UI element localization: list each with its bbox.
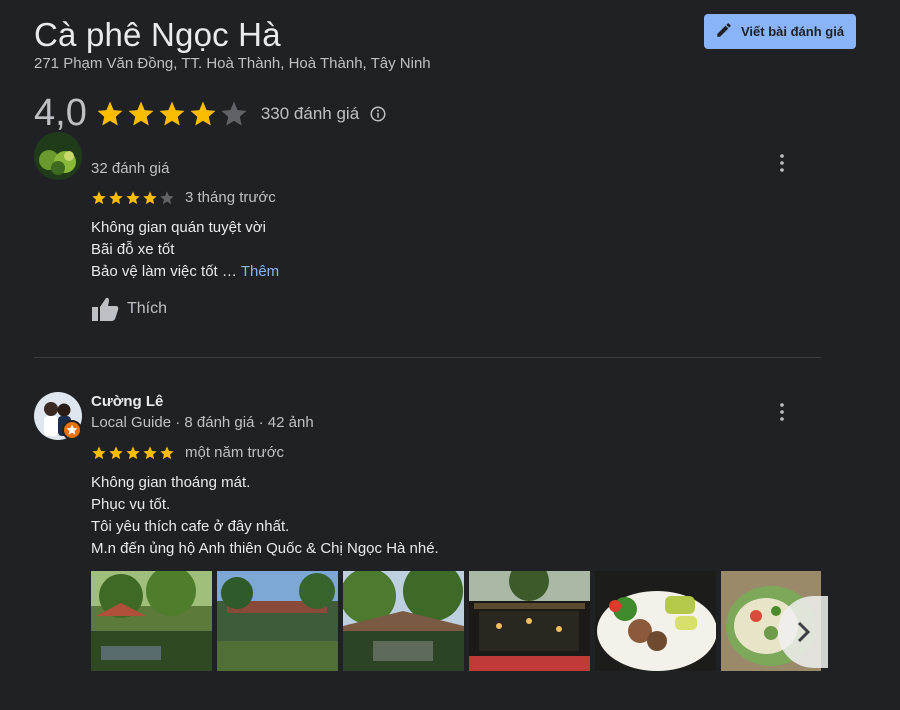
info-icon[interactable] <box>369 105 387 123</box>
review-photo[interactable] <box>91 571 212 671</box>
review-line: Không gian thoáng mát. <box>91 474 251 491</box>
like-button[interactable]: Thích <box>91 296 167 322</box>
star-icon <box>97 101 123 125</box>
review-stars <box>91 190 175 206</box>
star-icon <box>126 190 140 204</box>
review-line: M.n đến ủng hộ Anh thiên Quốc & Chị Ngọc… <box>91 540 439 557</box>
write-review-label: Viết bài đánh giá <box>741 24 845 39</box>
star-icon <box>109 445 123 459</box>
star-icon <box>92 190 106 204</box>
review-photo[interactable] <box>595 571 716 671</box>
review-line-text: Bảo vệ làm việc tốt … <box>91 263 237 280</box>
star-icon <box>190 101 216 125</box>
star-icon <box>128 101 154 125</box>
chevron-right-icon <box>797 621 811 643</box>
review-text: Không gian quán tuyệt vời Bãi đỗ xe tốt … <box>91 217 279 283</box>
review-line: Tôi yêu thích cafe ở đây nhất. <box>91 518 290 535</box>
star-icon <box>160 445 174 459</box>
reviewer-meta[interactable]: 32 đánh giá <box>91 160 169 177</box>
review-divider <box>34 357 821 358</box>
review-line: Bảo vệ làm việc tốt … Thêm <box>91 261 279 283</box>
star-icon <box>159 101 185 125</box>
rating-value: 4,0 <box>34 92 87 134</box>
review-line: Phục vụ tốt. <box>91 496 171 513</box>
review-time: một năm trước <box>185 444 285 461</box>
review-photo[interactable] <box>469 571 590 671</box>
place-address: 271 Phạm Văn Đồng, TT. Hoà Thành, Hoà Th… <box>34 55 431 72</box>
star-icon <box>143 190 157 204</box>
review-card: 32 đánh giá 3 tháng trước Không gian quá… <box>34 132 834 340</box>
review-time: 3 tháng trước <box>185 189 276 206</box>
rating-summary: 4,0 330 đánh giá <box>34 92 387 135</box>
thumb-up-icon <box>92 297 119 321</box>
like-label: Thích <box>127 300 168 317</box>
reviewer-name[interactable]: Cường Lê <box>91 393 163 410</box>
local-guide-badge-icon <box>62 420 82 440</box>
review-text: Không gian thoáng mát. Phục vụ tốt. Tôi … <box>91 472 439 560</box>
review-count[interactable]: 330 đánh giá <box>261 104 359 124</box>
more-vert-icon[interactable] <box>774 402 790 422</box>
reviewer-meta[interactable]: Local Guide · 8 đánh giá · 42 ảnh <box>91 414 314 431</box>
write-review-button[interactable]: Viết bài đánh giá <box>704 14 856 49</box>
review-photos <box>91 571 821 671</box>
page-title: Cà phê Ngọc Hà <box>34 16 281 53</box>
review-rating: một năm trước <box>91 444 284 461</box>
more-link[interactable]: Thêm <box>241 263 279 280</box>
review-card: Cường Lê Local Guide · 8 đánh giá · 42 ả… <box>34 392 834 572</box>
star-icon <box>126 445 140 459</box>
review-stars <box>91 445 175 461</box>
star-empty-icon <box>160 190 174 204</box>
pencil-icon <box>715 21 733 42</box>
review-line: Bãi đỗ xe tốt <box>91 241 175 258</box>
star-icon <box>143 445 157 459</box>
star-icon <box>109 190 123 204</box>
star-empty-icon <box>221 101 247 125</box>
review-photo[interactable] <box>343 571 464 671</box>
star-icon <box>92 445 106 459</box>
review-rating: 3 tháng trước <box>91 189 276 206</box>
avatar[interactable] <box>34 132 82 180</box>
more-vert-icon[interactable] <box>774 153 790 173</box>
rating-stars <box>95 99 249 129</box>
review-line: Không gian quán tuyệt vời <box>91 219 266 236</box>
review-photo[interactable] <box>217 571 338 671</box>
